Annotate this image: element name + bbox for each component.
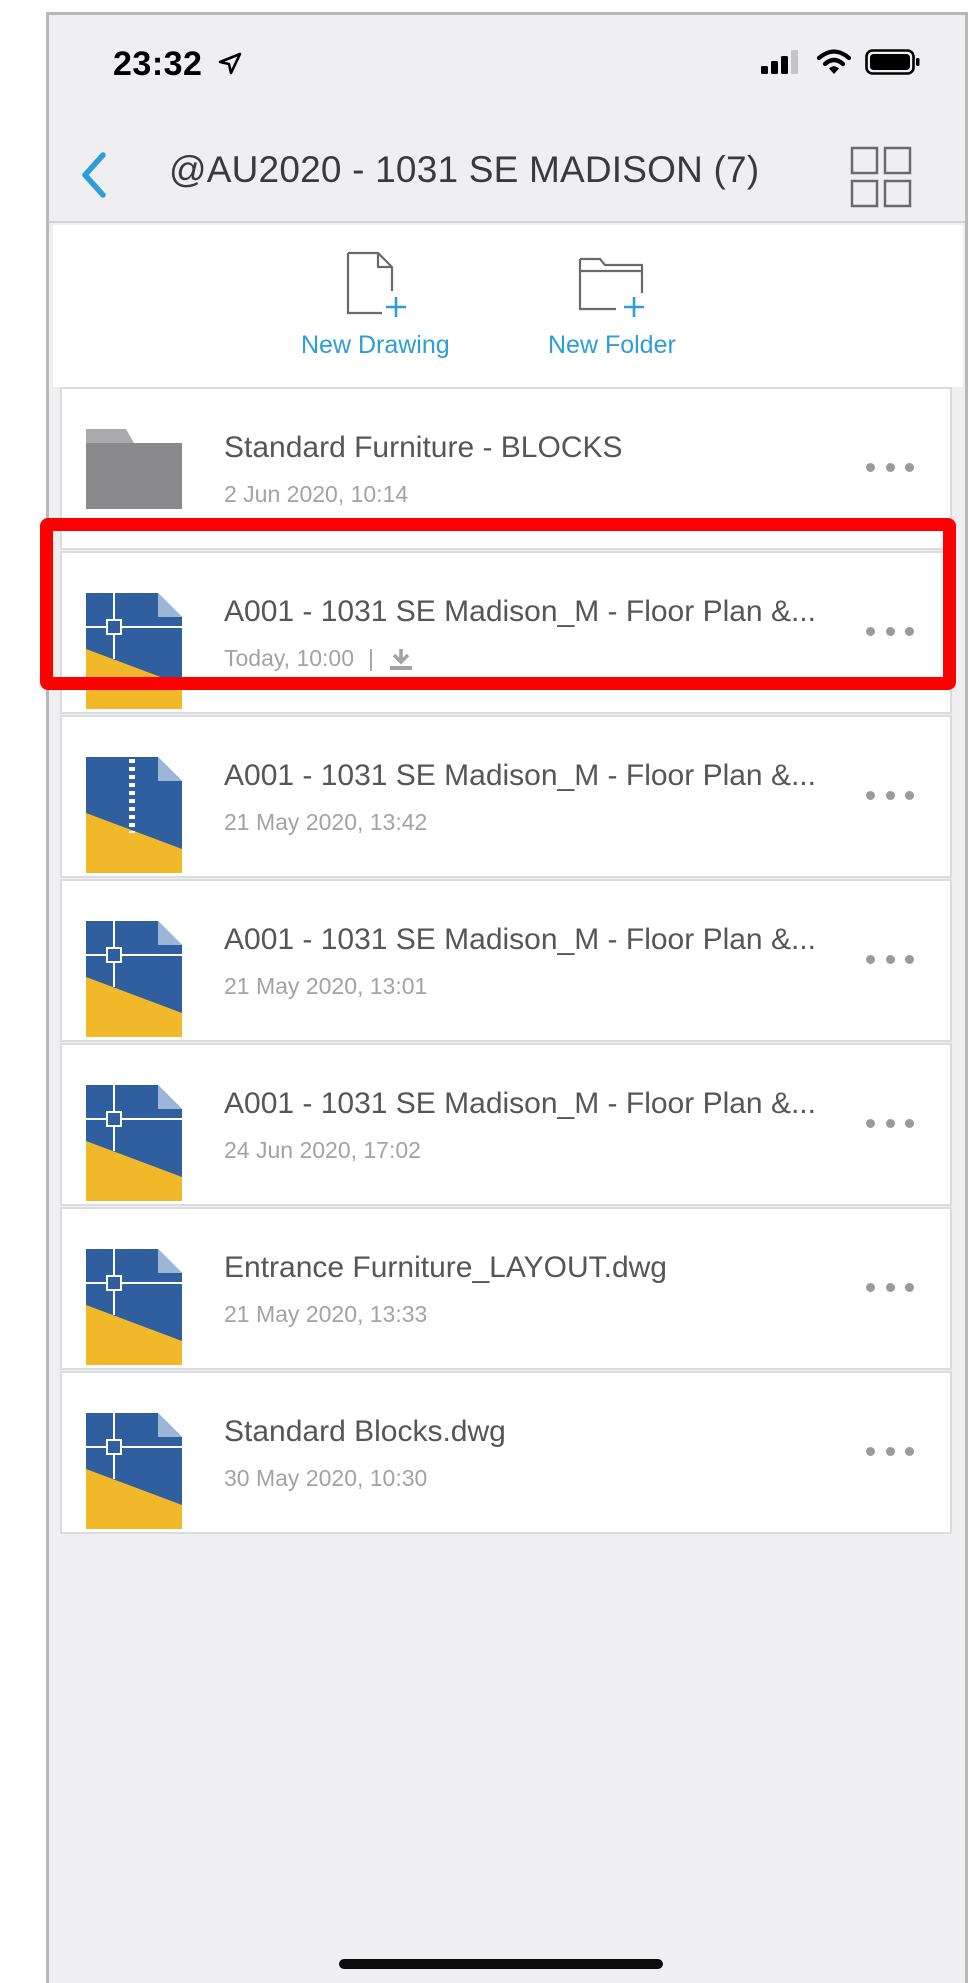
file-date: 2 Jun 2020, 10:14 [224, 481, 409, 507]
file-date: 21 May 2020, 13:01 [224, 973, 428, 999]
folder-icon [86, 429, 182, 509]
more-options-icon[interactable] [866, 1269, 914, 1305]
file-date: 24 Jun 2020, 17:02 [224, 1137, 421, 1163]
file-date: Today, 10:00 [224, 645, 355, 671]
dwg-file-icon [86, 593, 182, 709]
file-list: Standard Furniture - BLOCKS 2 Jun 2020, … [60, 387, 952, 1535]
meta-separator: | [368, 645, 374, 671]
file-meta: 24 Jun 2020, 17:02 [224, 1137, 421, 1164]
back-button[interactable] [71, 149, 115, 201]
file-name: A001 - 1031 SE Madison_M - Floor Plan &.… [224, 759, 816, 792]
chevron-left-icon [82, 152, 106, 198]
new-folder-icon [578, 257, 644, 317]
list-item-archive[interactable]: A001 - 1031 SE Madison_M - Floor Plan &.… [60, 715, 952, 878]
file-name: Standard Furniture - BLOCKS [224, 431, 623, 464]
more-options-icon[interactable] [866, 449, 914, 485]
phone-screen: 23:32 @AU2020 - 1031 SE MADISON (7) New … [46, 12, 968, 1983]
dwg-file-icon [86, 1249, 182, 1365]
file-name: Standard Blocks.dwg [224, 1415, 506, 1448]
status-icons [761, 49, 921, 75]
file-meta: 21 May 2020, 13:33 [224, 1301, 427, 1328]
new-file-icon [347, 251, 407, 317]
file-meta: 2 Jun 2020, 10:14 [224, 481, 408, 508]
battery-icon [865, 49, 920, 75]
status-time: 23:32 [113, 45, 203, 83]
list-item-drawing[interactable]: A001 - 1031 SE Madison_M - Floor Plan &.… [60, 551, 952, 714]
dwg-file-icon [86, 1085, 182, 1201]
file-name: A001 - 1031 SE Madison_M - Floor Plan &.… [224, 1087, 816, 1120]
cellular-signal-icon [761, 50, 798, 74]
file-name: A001 - 1031 SE Madison_M - Floor Plan &.… [224, 595, 816, 628]
file-meta: 21 May 2020, 13:42 [224, 809, 427, 836]
more-options-icon[interactable] [866, 1105, 914, 1141]
home-indicator[interactable] [339, 1959, 663, 1969]
new-folder-label: New Folder [548, 331, 676, 359]
list-item-drawing[interactable]: Entrance Furniture_LAYOUT.dwg 21 May 202… [60, 1207, 952, 1370]
file-date: 30 May 2020, 10:30 [224, 1465, 428, 1491]
zip-file-icon [86, 757, 182, 873]
action-bar: New Drawing New Folder [53, 225, 963, 387]
list-item-drawing[interactable]: A001 - 1031 SE Madison_M - Floor Plan &.… [60, 879, 952, 1042]
more-options-icon[interactable] [866, 613, 914, 649]
list-item-drawing[interactable]: Standard Blocks.dwg 30 May 2020, 10:30 [60, 1371, 952, 1534]
wifi-icon [817, 49, 851, 74]
dwg-file-icon [86, 921, 182, 1037]
more-options-icon[interactable] [866, 777, 914, 813]
new-drawing-button[interactable]: New Drawing [301, 251, 450, 360]
grid-view-icon[interactable] [849, 145, 913, 209]
list-item-drawing[interactable]: A001 - 1031 SE Madison_M - Floor Plan &.… [60, 1043, 952, 1206]
new-drawing-label: New Drawing [301, 331, 450, 359]
dwg-file-icon [86, 1413, 182, 1529]
more-options-icon[interactable] [866, 941, 914, 977]
file-name: A001 - 1031 SE Madison_M - Floor Plan &.… [224, 923, 816, 956]
status-bar: 23:32 [49, 15, 965, 127]
file-date: 21 May 2020, 13:42 [224, 809, 428, 835]
new-folder-button[interactable]: New Folder [548, 251, 676, 360]
folder-title: @AU2020 - 1031 SE MADISON (7) [169, 149, 760, 190]
file-date: 21 May 2020, 13:33 [224, 1301, 428, 1327]
navigation-bar: @AU2020 - 1031 SE MADISON (7) [49, 127, 965, 223]
file-meta: 30 May 2020, 10:30 [224, 1465, 427, 1492]
location-arrow-icon [218, 52, 242, 75]
list-item-folder[interactable]: Standard Furniture - BLOCKS 2 Jun 2020, … [60, 387, 952, 550]
file-meta: Today, 10:00 | [224, 645, 414, 672]
file-name: Entrance Furniture_LAYOUT.dwg [224, 1251, 667, 1284]
more-options-icon[interactable] [866, 1433, 914, 1469]
downloaded-icon [390, 648, 412, 670]
file-meta: 21 May 2020, 13:01 [224, 973, 427, 1000]
